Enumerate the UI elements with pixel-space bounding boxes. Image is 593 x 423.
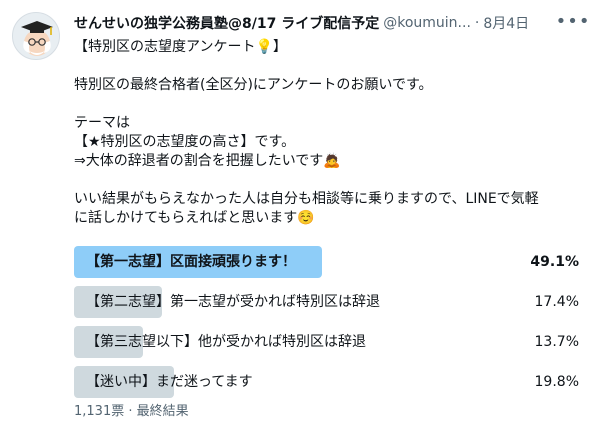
poll-option-label: 【第三志望以下】他が受かれば特別区は辞退 <box>86 334 366 350</box>
tweet-line: テーマは <box>74 115 130 131</box>
poll-option-percent: 13.7% <box>534 334 579 350</box>
tweet-text: 【特別区の志望度アンケート💡】 特別区の最終合格者(全区分)にアンケートのお願い… <box>74 38 584 228</box>
separator-dot: · <box>128 404 133 419</box>
separator-dot: · <box>474 15 480 31</box>
tweet-line: に話しかけてもらえればと思います☺️ <box>74 210 315 226</box>
tweet-line: いい結果がもらえなかった人は自分も相談等に乗りますので、LINEで気軽 <box>74 191 539 207</box>
poll-option: 【第二志望】第一志望が受かれば特別区は辞退 17.4% <box>74 286 581 318</box>
tweet-line: 【★特別区の志望度の高さ】です。 <box>74 134 296 150</box>
professor-avatar-icon <box>21 21 53 56</box>
author-name[interactable]: せんせいの独学公務員塾@8/17 ライブ配信予定 <box>74 13 379 33</box>
poll-option-percent: 17.4% <box>534 294 579 310</box>
poll-option: 【第三志望以下】他が受かれば特別区は辞退 13.7% <box>74 326 581 358</box>
poll-option-percent: 49.1% <box>530 254 579 270</box>
poll-option-percent: 19.8% <box>534 374 579 390</box>
author-handle[interactable]: @koumuin... <box>383 15 471 31</box>
vote-count: 1,131票 <box>74 404 125 419</box>
poll: 【第一志望】区面接頑張ります！ 49.1% 【第二志望】第一志望が受かれば特別区… <box>74 246 581 406</box>
poll-option: 【第一志望】区面接頑張ります！ 49.1% <box>74 246 581 278</box>
tweet-date[interactable]: 8月4日 <box>483 13 529 33</box>
more-horizontal-icon[interactable]: ••• <box>556 10 590 32</box>
poll-option: 【迷い中】まだ迷ってます 19.8% <box>74 366 581 398</box>
tweet-line: 特別区の最終合格者(全区分)にアンケートのお願いです。 <box>74 77 433 93</box>
poll-footer: 1,131票 · 最終結果 <box>74 400 189 419</box>
avatar[interactable] <box>12 12 60 60</box>
poll-option-label: 【第二志望】第一志望が受かれば特別区は辞退 <box>86 294 380 310</box>
tweet-line: ⇒大体の辞退者の割合を把握したいです🙇 <box>74 153 341 169</box>
poll-option-label: 【迷い中】まだ迷ってます <box>86 374 253 390</box>
poll-status: 最終結果 <box>136 404 189 419</box>
tweet-header: せんせいの独学公務員塾@8/17 ライブ配信予定 @koumuin... · 8… <box>74 12 581 34</box>
poll-option-label: 【第一志望】区面接頑張ります！ <box>86 254 296 270</box>
tweet-line: 【特別区の志望度アンケート💡】 <box>74 39 287 55</box>
